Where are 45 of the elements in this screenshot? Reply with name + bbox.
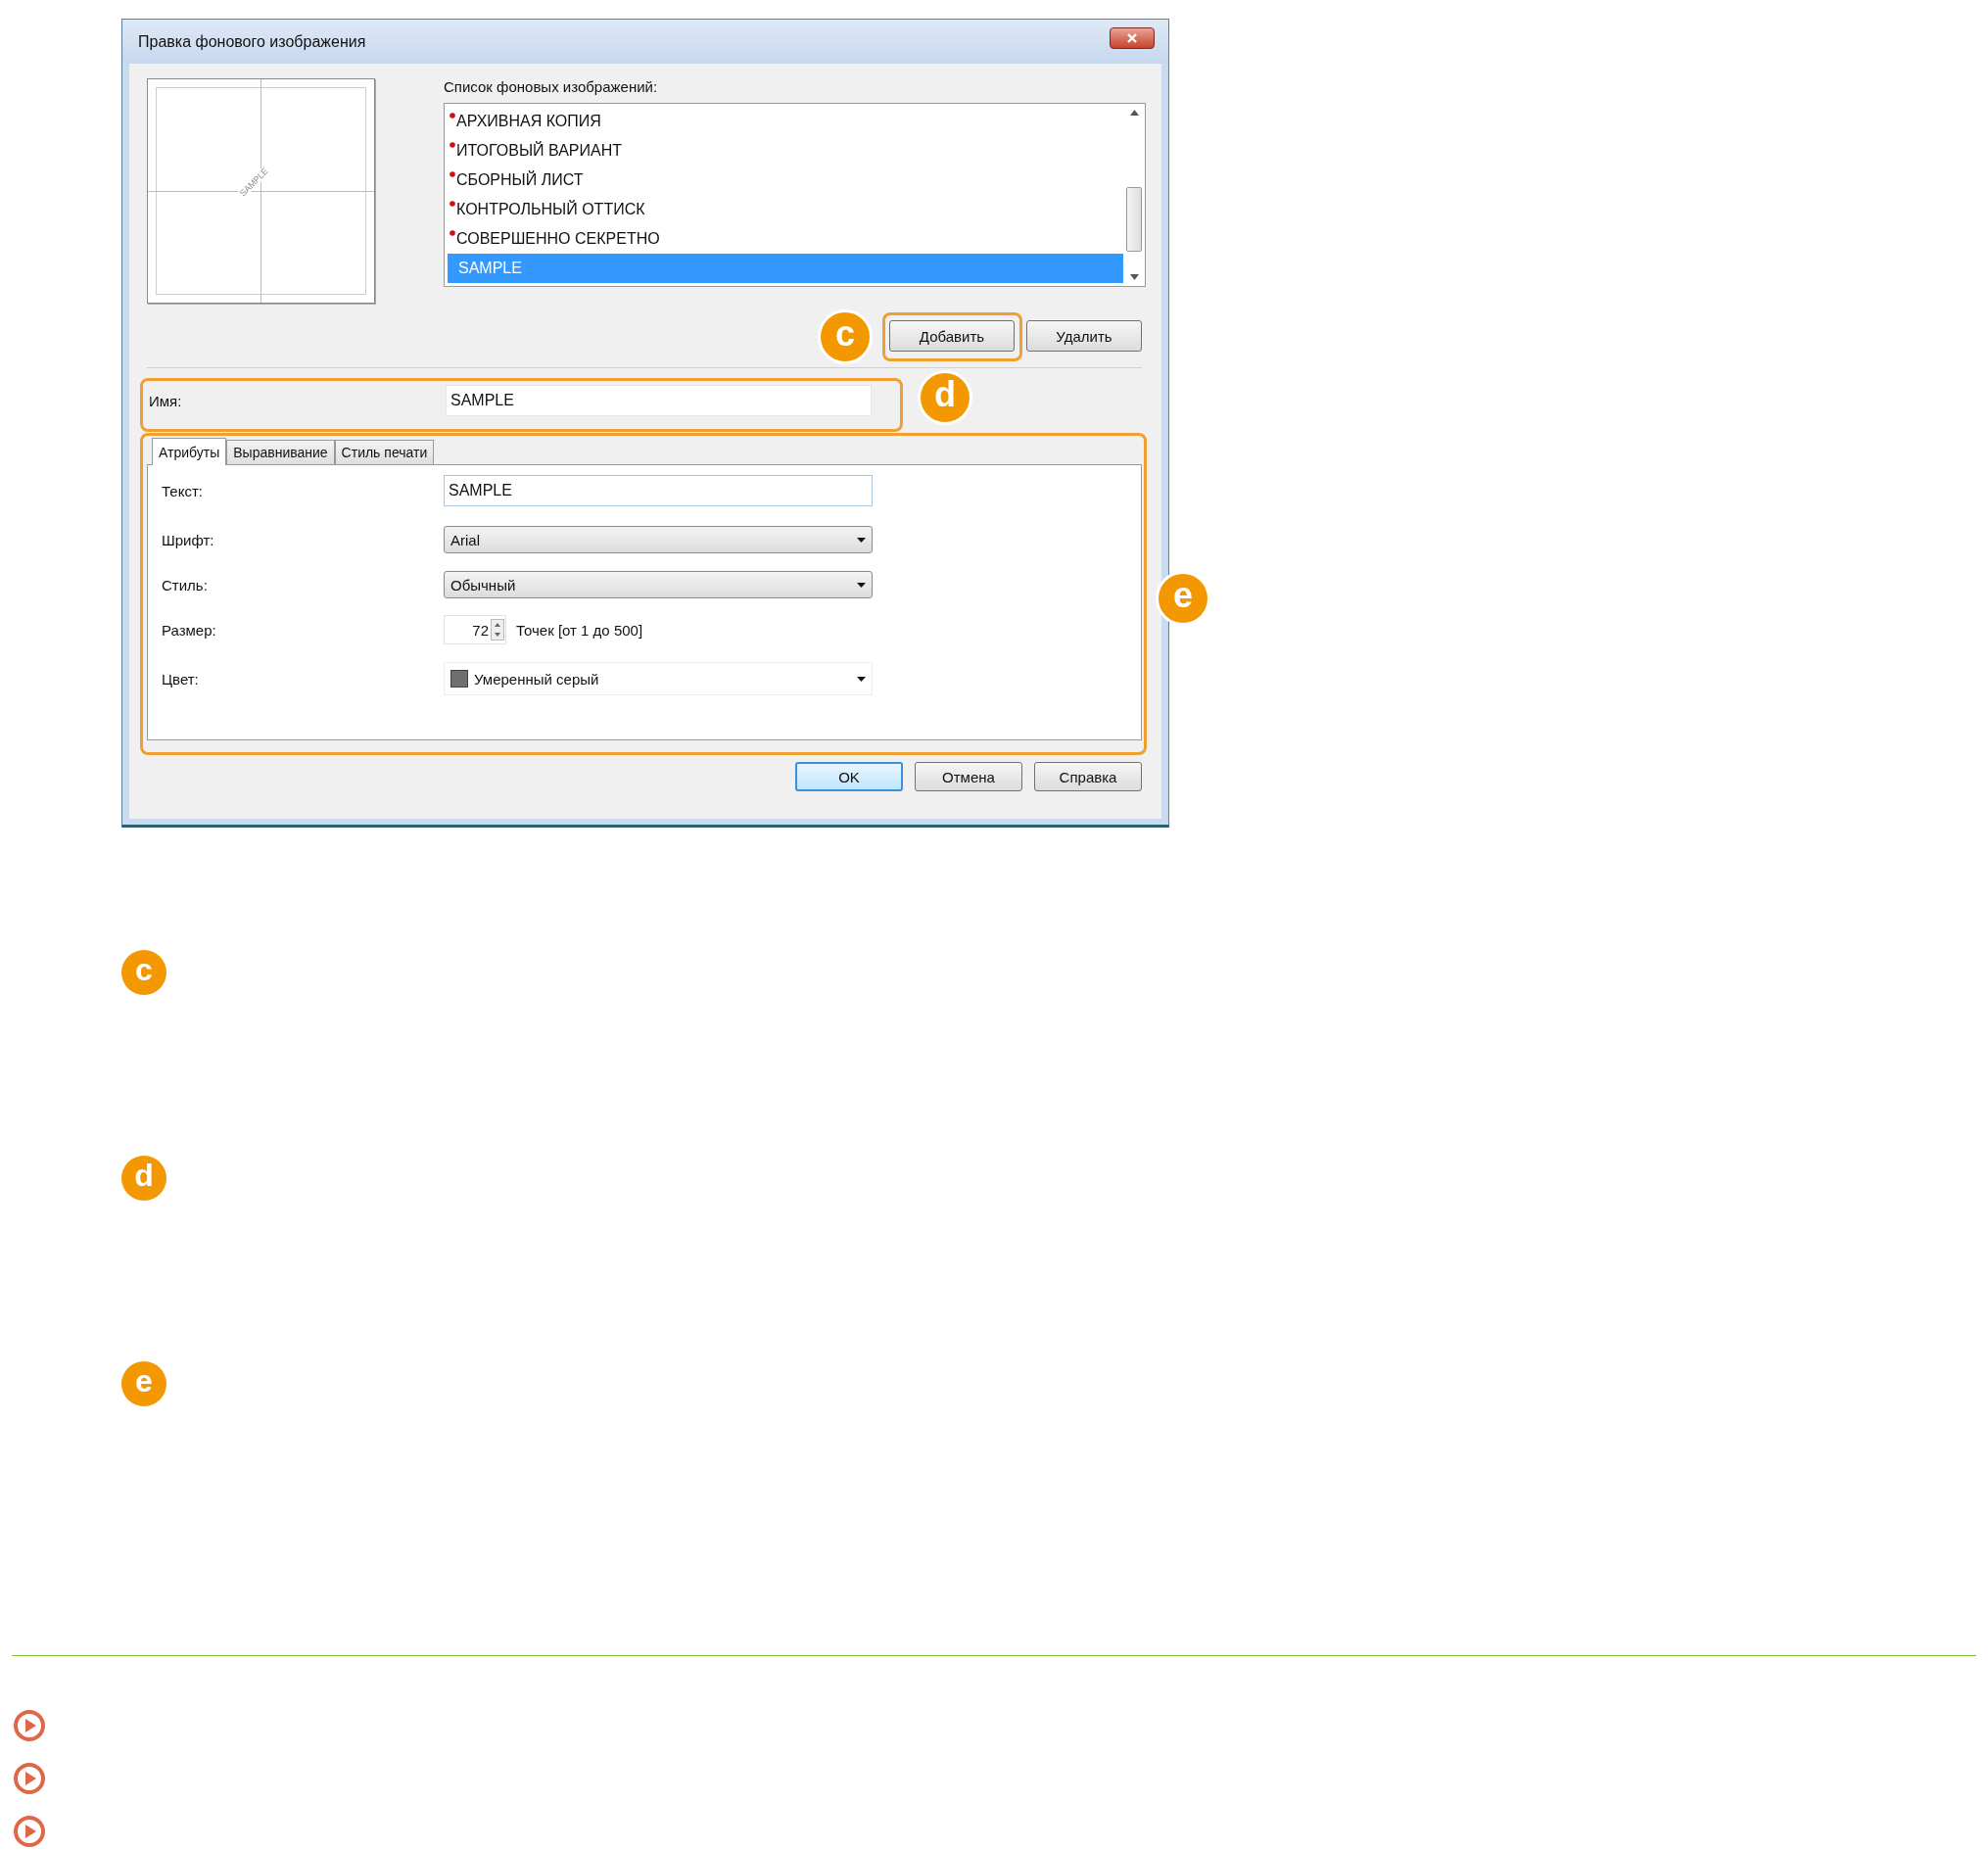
callout-badge: e (121, 1361, 166, 1406)
field-label: Цвет: (162, 670, 200, 688)
text-field[interactable]: SAMPLE (444, 475, 873, 506)
list-item[interactable]: СОВЕРШЕННО СЕКРЕТНО (448, 224, 1123, 254)
field-label: Размер: (162, 621, 217, 639)
dropdown[interactable]: Обычный (444, 571, 873, 598)
spinner-arrows-icon (491, 619, 504, 640)
close-button[interactable] (1110, 26, 1155, 49)
list-item[interactable]: АРХИВНАЯ КОПИЯ (448, 107, 1123, 136)
dialog-button[interactable]: Удалить (1026, 320, 1142, 352)
arrow-link-icon[interactable] (14, 1763, 45, 1794)
range-hint: Точек [от 1 до 500] (516, 621, 643, 639)
list-label: Список фоновых изображений: (444, 78, 659, 95)
caret-icon (857, 582, 866, 588)
field-label: Стиль: (162, 576, 209, 593)
dialog-button[interactable]: Справка (1034, 762, 1142, 791)
caret-icon (857, 676, 866, 682)
tab[interactable]: Выравнивание (226, 440, 335, 464)
name-label: Имя: (148, 392, 183, 409)
dialog-button[interactable]: Отмена (915, 762, 1022, 791)
close-icon (1125, 32, 1139, 43)
tab[interactable]: Стиль печати (334, 440, 435, 464)
field-label: Текст: (162, 482, 204, 499)
dialog-button[interactable]: Добавить (889, 320, 1015, 352)
tab[interactable]: Атрибуты (152, 438, 227, 465)
scroll-thumb[interactable] (1126, 187, 1142, 252)
callout-badge: c (121, 950, 166, 995)
callout-badge: d (121, 1156, 166, 1201)
list-item[interactable]: СБОРНЫЙ ЛИСТ (448, 166, 1123, 195)
dropdown[interactable]: Arial (444, 526, 873, 553)
field-label: Шрифт: (162, 531, 215, 548)
color-dropdown[interactable]: Умеренный серый (444, 662, 873, 695)
scroll-down-icon (1129, 274, 1139, 280)
callout-badge: e (1156, 571, 1210, 626)
arrow-link-icon[interactable] (14, 1710, 45, 1741)
list-item[interactable]: КОНТРОЛЬНЫЙ ОТТИСК (448, 195, 1123, 224)
list-item[interactable]: ИТОГОВЫЙ ВАРИАНТ (448, 136, 1123, 166)
caret-icon (857, 537, 866, 543)
color-swatch-icon (450, 670, 468, 688)
arrow-link-icon[interactable] (14, 1816, 45, 1847)
dialog-button[interactable]: OK (795, 762, 903, 791)
scroll-up-icon (1129, 110, 1139, 116)
spinner-field[interactable]: 72 (444, 615, 506, 644)
name-field[interactable]: SAMPLE (446, 385, 872, 416)
window-title: Правка фонового изображения (138, 32, 366, 51)
